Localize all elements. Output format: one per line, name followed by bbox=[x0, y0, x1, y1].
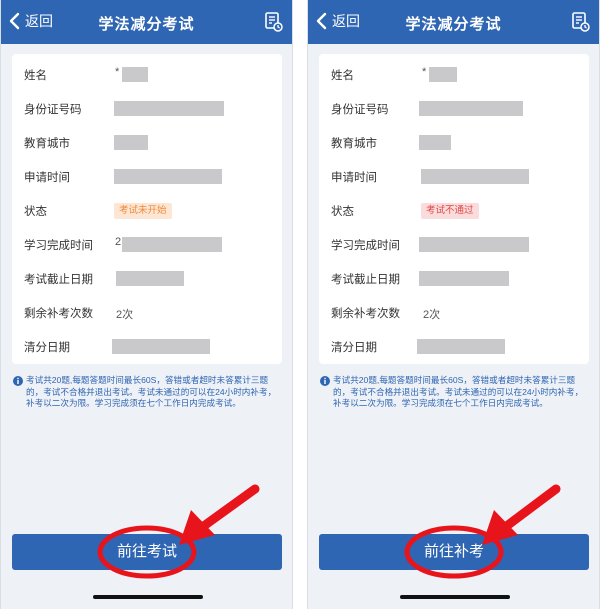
info-card: 姓名 * 身份证号码 教育城市 申请时间 状态 考试不通过 学习完成时间 考试截… bbox=[319, 54, 589, 364]
field-row-name: 姓名 * bbox=[319, 58, 589, 92]
redacted-value bbox=[419, 101, 523, 116]
field-label: 考试截止日期 bbox=[331, 274, 400, 286]
field-label: 清分日期 bbox=[331, 342, 377, 354]
button-label: 前往补考 bbox=[423, 543, 484, 560]
notice-text: 考试共20题,每题答题时间最长60S，答错或者超时未答累计三题的，考试不合格并退… bbox=[26, 375, 277, 408]
field-label: 状态 bbox=[24, 206, 47, 218]
redacted-value bbox=[116, 271, 184, 286]
page-title: 学法减分考试 bbox=[98, 16, 195, 33]
redacted-value bbox=[419, 271, 509, 286]
field-label: 剩余补考次数 bbox=[331, 308, 400, 320]
redacted-value bbox=[114, 135, 148, 150]
field-value-prefix: * bbox=[422, 66, 427, 78]
field-label: 身份证号码 bbox=[24, 104, 82, 116]
field-label: 状态 bbox=[331, 206, 354, 218]
field-row-apply-time: 申请时间 bbox=[319, 160, 589, 194]
field-label: 考试截止日期 bbox=[24, 274, 93, 286]
exam-notice: 考试共20题,每题答题时间最长60S，答错或者超时未答累计三题的，考试不合格并退… bbox=[13, 375, 281, 410]
go-to-exam-button[interactable]: 前往考试 bbox=[12, 534, 282, 570]
phone-screen-exam: 返回 学法减分考试 姓名 * 身份证号码 教育城市 申请时间 状态 考试未开始 … bbox=[0, 0, 293, 609]
redacted-value bbox=[429, 67, 457, 82]
nav-bar: 返回 学法减分考试 bbox=[1, 0, 292, 44]
info-card: 姓名 * 身份证号码 教育城市 申请时间 状态 考试未开始 学习完成时间 2 考… bbox=[12, 54, 282, 364]
page-title: 学法减分考试 bbox=[405, 16, 502, 33]
status-badge: 考试不通过 bbox=[421, 203, 479, 219]
field-row-id-number: 身份证号码 bbox=[12, 92, 282, 126]
field-label: 姓名 bbox=[24, 70, 47, 82]
field-row-retakes-left: 剩余补考次数 2次 bbox=[12, 296, 282, 330]
field-value-prefix: 2 bbox=[115, 236, 122, 248]
field-label: 教育城市 bbox=[331, 138, 377, 150]
home-indicator bbox=[400, 595, 510, 599]
field-row-city: 教育城市 bbox=[319, 126, 589, 160]
field-label: 姓名 bbox=[331, 70, 354, 82]
field-row-name: 姓名 * bbox=[12, 58, 282, 92]
field-row-deadline: 考试截止日期 bbox=[12, 262, 282, 296]
home-indicator bbox=[93, 595, 203, 599]
field-row-clear-date: 清分日期 bbox=[319, 330, 589, 364]
field-value: 2次 bbox=[116, 309, 134, 321]
field-value: 2次 bbox=[423, 309, 441, 321]
document-record-icon[interactable] bbox=[264, 11, 284, 33]
field-label: 身份证号码 bbox=[331, 104, 389, 116]
go-to-retake-button[interactable]: 前往补考 bbox=[319, 534, 589, 570]
document-record-icon[interactable] bbox=[571, 11, 591, 33]
field-row-id-number: 身份证号码 bbox=[319, 92, 589, 126]
info-icon bbox=[13, 376, 23, 386]
field-row-city: 教育城市 bbox=[12, 126, 282, 160]
redacted-value bbox=[122, 67, 148, 82]
redacted-value bbox=[112, 339, 210, 354]
info-icon bbox=[320, 376, 330, 386]
redacted-value bbox=[417, 339, 505, 354]
phone-screen-retake: 返回 学法减分考试 姓名 * 身份证号码 教育城市 申请时间 状态 考试不通过 … bbox=[307, 0, 600, 609]
field-label: 教育城市 bbox=[24, 138, 70, 150]
notice-text: 考试共20题,每题答题时间最长60S，答错或者超时未答累计三题的，考试不合格并退… bbox=[333, 375, 584, 408]
field-row-clear-date: 清分日期 bbox=[12, 330, 282, 364]
field-value-prefix: * bbox=[115, 66, 120, 78]
field-row-study-complete: 学习完成时间 2 bbox=[12, 228, 282, 262]
exam-notice: 考试共20题,每题答题时间最长60S，答错或者超时未答累计三题的，考试不合格并退… bbox=[320, 375, 588, 410]
field-row-deadline: 考试截止日期 bbox=[319, 262, 589, 296]
field-row-retakes-left: 剩余补考次数 2次 bbox=[319, 296, 589, 330]
field-row-study-complete: 学习完成时间 bbox=[319, 228, 589, 262]
field-label: 清分日期 bbox=[24, 342, 70, 354]
status-badge: 考试未开始 bbox=[114, 203, 172, 219]
field-row-status: 状态 考试不通过 bbox=[319, 194, 589, 228]
redacted-value bbox=[419, 135, 451, 150]
redacted-value bbox=[419, 237, 529, 252]
field-label: 剩余补考次数 bbox=[24, 308, 93, 320]
field-label: 申请时间 bbox=[331, 172, 377, 184]
field-label: 申请时间 bbox=[24, 172, 70, 184]
field-row-status: 状态 考试未开始 bbox=[12, 194, 282, 228]
field-label: 学习完成时间 bbox=[24, 240, 93, 252]
redacted-value bbox=[114, 169, 222, 184]
redacted-value bbox=[114, 101, 224, 116]
nav-bar: 返回 学法减分考试 bbox=[308, 0, 599, 44]
redacted-value bbox=[421, 169, 529, 184]
field-label: 学习完成时间 bbox=[331, 240, 400, 252]
field-row-apply-time: 申请时间 bbox=[12, 160, 282, 194]
redacted-value bbox=[122, 237, 222, 252]
button-label: 前往考试 bbox=[116, 543, 177, 560]
